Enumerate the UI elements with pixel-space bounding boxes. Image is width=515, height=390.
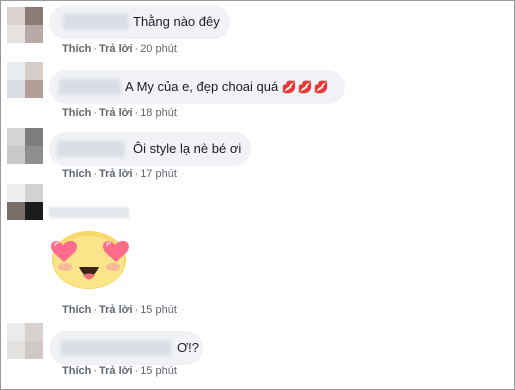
- comment-timestamp[interactable]: 17 phút: [140, 168, 177, 180]
- like-link[interactable]: Thích: [62, 304, 91, 316]
- like-link[interactable]: Thích: [62, 365, 91, 377]
- comment-actions: Thích · Trả lời · 17 phút: [62, 168, 177, 180]
- like-link[interactable]: Thích: [62, 43, 91, 55]
- kiss-emoji-icon: 💋💋💋: [281, 80, 330, 94]
- comment-actions: Thích · Trả lời · 15 phút: [62, 365, 177, 377]
- comment-actions: Thích · Trả lời · 15 phút: [62, 304, 177, 316]
- reply-link[interactable]: Trả lời: [99, 168, 133, 180]
- comment-timestamp[interactable]: 20 phút: [140, 43, 177, 55]
- avatar[interactable]: [7, 323, 43, 359]
- comment-bubble: Ôi style lạ nè bé ơi: [49, 132, 251, 166]
- reply-link[interactable]: Trả lời: [99, 43, 133, 55]
- comment-timestamp[interactable]: 15 phút: [140, 365, 177, 377]
- comment-bubble: A My của e, đẹp choai quá 💋💋💋: [49, 70, 345, 104]
- comment-text: Ơ!?: [177, 340, 199, 355]
- reply-link[interactable]: Trả lời: [99, 304, 133, 316]
- reply-link[interactable]: Trả lời: [99, 107, 133, 119]
- heart-eyes-sticker-icon: [51, 231, 129, 289]
- comment-text: A My của e, đẹp choai quá 💋💋💋: [125, 79, 330, 94]
- commenter-name[interactable]: [57, 141, 125, 157]
- comment-text: Ôi style lạ nè bé ơi: [133, 141, 242, 156]
- comment-timestamp[interactable]: 15 phút: [140, 304, 177, 316]
- avatar[interactable]: [7, 7, 43, 43]
- comment-timestamp[interactable]: 18 phút: [140, 107, 177, 119]
- comment-bubble: Ơ!?: [49, 331, 203, 365]
- avatar[interactable]: [7, 128, 43, 164]
- comment-actions: Thích · Trả lời · 20 phút: [62, 43, 177, 55]
- comment-text: Thằng nào đêy: [133, 14, 220, 29]
- commenter-name[interactable]: [59, 79, 121, 95]
- comment-actions: Thích · Trả lời · 18 phút: [62, 107, 177, 119]
- commenter-name[interactable]: [63, 14, 129, 30]
- reply-link[interactable]: Trả lời: [99, 365, 133, 377]
- like-link[interactable]: Thích: [62, 107, 91, 119]
- comment-bubble: Thằng nào đêy: [49, 5, 230, 39]
- avatar[interactable]: [7, 184, 43, 220]
- avatar[interactable]: [7, 62, 43, 98]
- commenter-name[interactable]: [61, 340, 171, 356]
- commenter-name[interactable]: [49, 207, 129, 218]
- like-link[interactable]: Thích: [62, 168, 91, 180]
